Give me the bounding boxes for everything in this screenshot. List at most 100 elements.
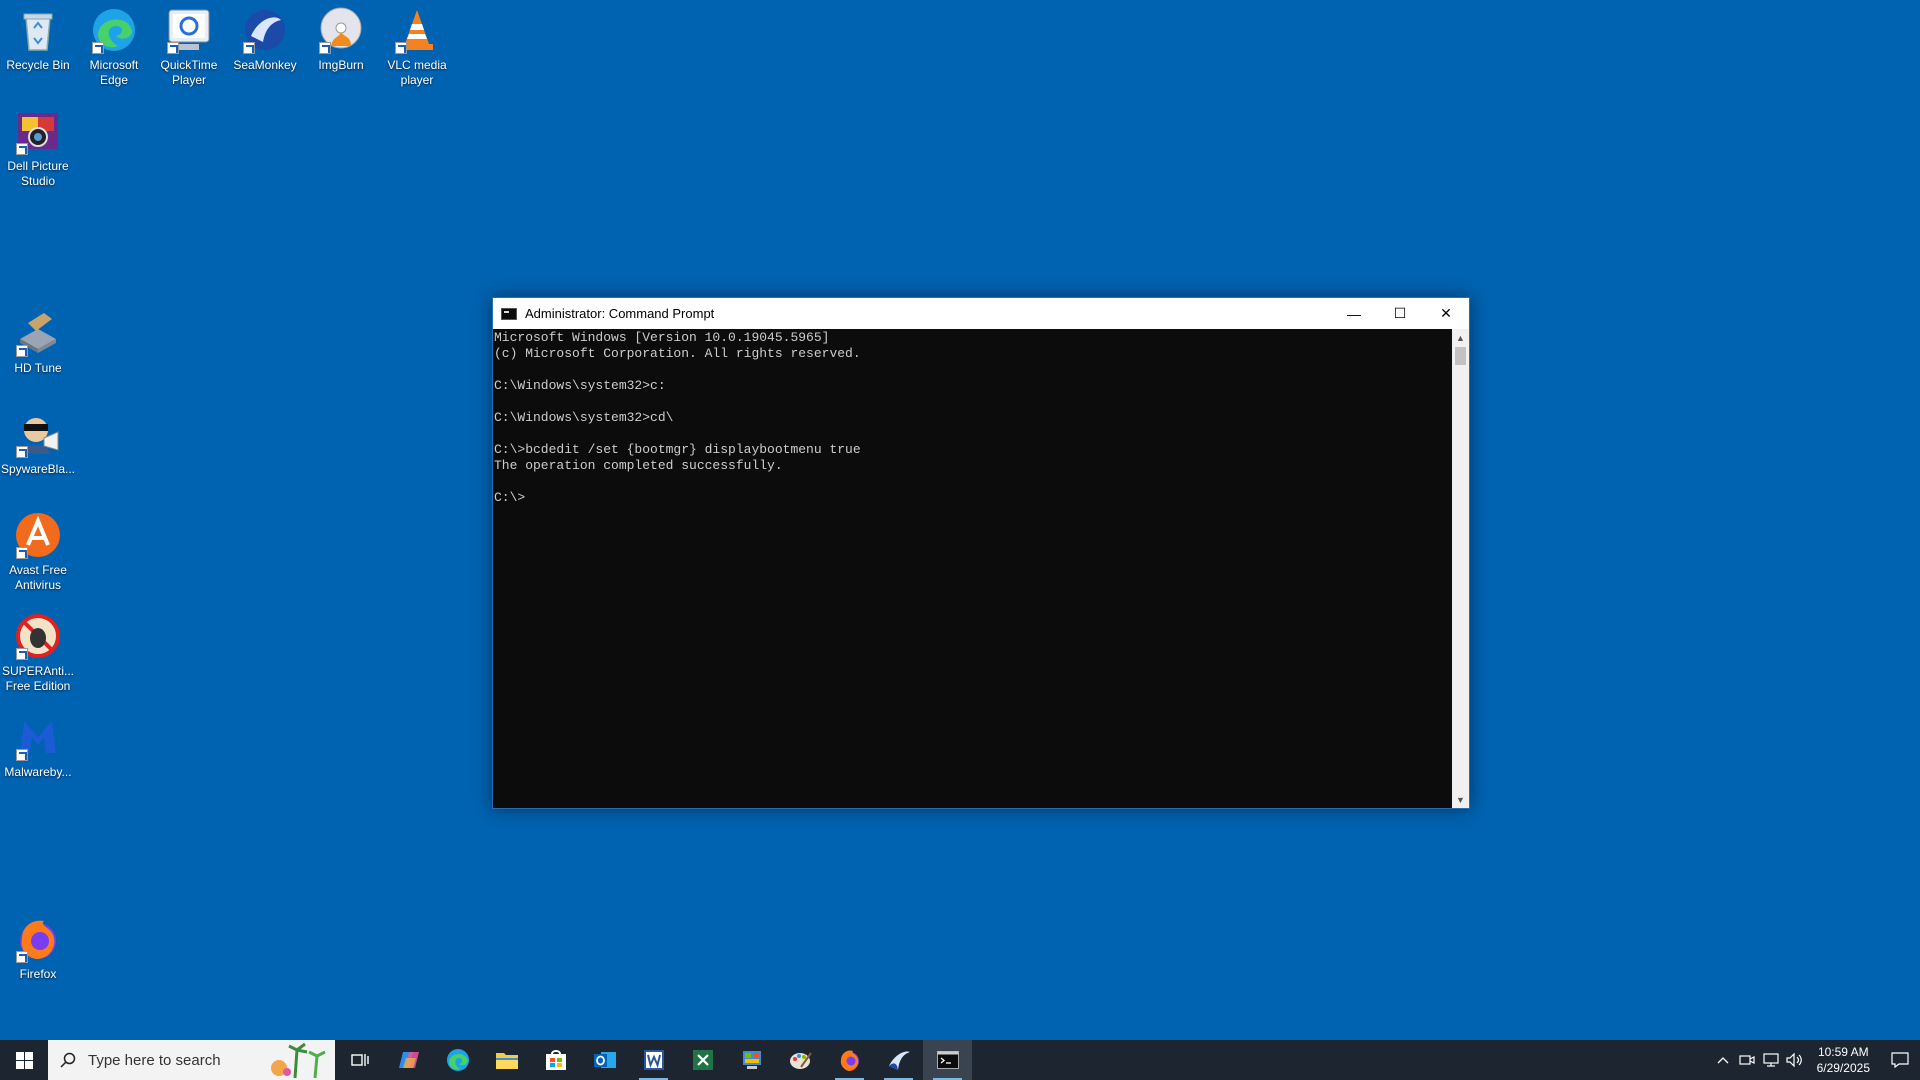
malwarebytes-icon bbox=[14, 713, 62, 761]
taskbar: Type here to search 10:59 AM 6/29/2025 bbox=[0, 1040, 1920, 1080]
taskbar-outlook[interactable] bbox=[580, 1040, 629, 1080]
action-center-button[interactable] bbox=[1880, 1052, 1920, 1068]
taskbar-search-box[interactable]: Type here to search bbox=[48, 1040, 335, 1080]
speaker-icon bbox=[1786, 1053, 1802, 1067]
edge-icon bbox=[446, 1049, 469, 1071]
copilot-icon bbox=[398, 1052, 419, 1068]
file-explorer-icon bbox=[495, 1053, 518, 1069]
desktop-icon-label: HD Tune bbox=[14, 361, 62, 375]
seamonkey-icon bbox=[241, 6, 289, 54]
shortcut-arrow-icon bbox=[16, 143, 28, 155]
vlc-icon bbox=[393, 6, 441, 54]
show-hidden-icons-button[interactable] bbox=[1711, 1056, 1735, 1064]
desktop-icon-imgburn[interactable]: ImgBurn bbox=[303, 0, 379, 73]
scroll-up-icon[interactable]: ▲ bbox=[1452, 329, 1469, 346]
shortcut-arrow-icon bbox=[319, 42, 331, 54]
start-button[interactable] bbox=[0, 1040, 48, 1080]
shortcut-arrow-icon bbox=[243, 42, 255, 54]
chevron-up-icon bbox=[1717, 1057, 1729, 1064]
desktop-icon-malwarebytes[interactable]: Malwareby... bbox=[0, 707, 76, 780]
tray-network[interactable] bbox=[1759, 1053, 1783, 1067]
excel-icon bbox=[692, 1050, 713, 1070]
taskbar-copilot[interactable] bbox=[384, 1040, 433, 1080]
desktop-icon-firefox[interactable]: Firefox bbox=[0, 909, 76, 982]
taskbar-task-view[interactable] bbox=[335, 1040, 384, 1080]
shortcut-arrow-icon bbox=[16, 749, 28, 761]
desktop-icon-quicktime[interactable]: QuickTime Player bbox=[151, 0, 227, 88]
seamonkey-icon bbox=[888, 1051, 910, 1070]
desktop-icon-edge[interactable]: Microsoft Edge bbox=[76, 0, 152, 88]
close-button[interactable]: ✕ bbox=[1423, 298, 1469, 329]
hd-tune-icon bbox=[14, 309, 62, 357]
console-output[interactable]: Microsoft Windows [Version 10.0.19045.59… bbox=[493, 329, 1452, 808]
system-tray: 10:59 AM 6/29/2025 bbox=[1711, 1040, 1920, 1080]
quicktime-icon bbox=[165, 6, 213, 54]
taskbar-excel[interactable] bbox=[678, 1040, 727, 1080]
windows-logo-icon bbox=[15, 1051, 33, 1069]
taskbar-edge[interactable] bbox=[433, 1040, 482, 1080]
tray-clock[interactable]: 10:59 AM 6/29/2025 bbox=[1807, 1044, 1880, 1076]
taskbar-word[interactable] bbox=[629, 1040, 678, 1080]
search-placeholder: Type here to search bbox=[88, 1051, 221, 1069]
shortcut-arrow-icon bbox=[92, 42, 104, 54]
command-prompt-icon bbox=[936, 1051, 959, 1069]
desktop-icon-label: Microsoft Edge bbox=[89, 58, 139, 87]
window-titlebar[interactable]: Administrator: Command Prompt — ☐ ✕ bbox=[493, 298, 1469, 329]
desktop-icon-label: SpywareBla... bbox=[0, 462, 76, 476]
desktop-icon-spywareblaster[interactable]: SpywareBla... bbox=[0, 404, 76, 477]
desktop-icon-dell-picture-studio[interactable]: Dell Picture Studio bbox=[0, 101, 76, 189]
taskbar-file-explorer[interactable] bbox=[482, 1040, 531, 1080]
command-prompt-window[interactable]: Administrator: Command Prompt — ☐ ✕ Micr… bbox=[492, 297, 1470, 809]
desktop-icon-superantispyware[interactable]: SUPERAnti... Free Edition bbox=[0, 606, 76, 694]
camera-icon bbox=[1739, 1055, 1755, 1065]
taskbar-firefox[interactable] bbox=[825, 1040, 874, 1080]
notification-icon bbox=[1891, 1052, 1909, 1068]
desktop-icon-avast[interactable]: Avast Free Antivirus bbox=[0, 505, 76, 593]
minimize-button[interactable]: — bbox=[1331, 298, 1377, 329]
desktop-icon-label: Malwareby... bbox=[4, 765, 72, 779]
desktop-icon-label: SUPERAnti... Free Edition bbox=[1, 664, 75, 693]
firefox-icon bbox=[840, 1050, 859, 1071]
desktop-icon-hd-tune[interactable]: HD Tune bbox=[0, 303, 76, 376]
desktop-icon-label: Recycle Bin bbox=[6, 58, 70, 72]
taskbar-store[interactable] bbox=[531, 1040, 580, 1080]
taskbar-seamonkey[interactable] bbox=[874, 1040, 923, 1080]
shortcut-arrow-icon bbox=[16, 951, 28, 963]
spywareblaster-icon bbox=[14, 410, 62, 458]
scrollbar-thumb[interactable] bbox=[1455, 347, 1466, 365]
desktop-icon-seamonkey[interactable]: SeaMonkey bbox=[227, 0, 303, 73]
recycle-bin-icon bbox=[14, 6, 62, 54]
shortcut-arrow-icon bbox=[16, 547, 28, 559]
shortcut-arrow-icon bbox=[16, 648, 28, 660]
control-panel-icon bbox=[742, 1051, 761, 1069]
tray-meet-now[interactable] bbox=[1735, 1053, 1759, 1067]
desktop-icon-label: Avast Free Antivirus bbox=[9, 563, 67, 592]
tray-volume[interactable] bbox=[1783, 1053, 1807, 1067]
paint-icon bbox=[789, 1052, 812, 1069]
dell-picture-studio-icon bbox=[14, 107, 62, 155]
shortcut-arrow-icon bbox=[16, 345, 28, 357]
search-icon bbox=[60, 1052, 76, 1068]
desktop-icon-label: ImgBurn bbox=[318, 58, 364, 72]
desktop-icon-label: SeaMonkey bbox=[233, 58, 297, 72]
shortcut-arrow-icon bbox=[167, 42, 179, 54]
network-icon bbox=[1763, 1053, 1779, 1067]
maximize-button[interactable]: ☐ bbox=[1377, 298, 1423, 329]
desktop-icon-vlc[interactable]: VLC media player bbox=[379, 0, 455, 88]
desktop-icon-recycle-bin[interactable]: Recycle Bin bbox=[0, 0, 76, 73]
vertical-scrollbar[interactable]: ▲ ▼ bbox=[1452, 329, 1469, 808]
imgburn-icon bbox=[317, 6, 365, 54]
shortcut-arrow-icon bbox=[16, 446, 28, 458]
window-title: Administrator: Command Prompt bbox=[525, 306, 715, 321]
taskbar-paint[interactable] bbox=[776, 1040, 825, 1080]
shortcut-arrow-icon bbox=[395, 42, 407, 54]
edge-icon bbox=[90, 6, 138, 54]
taskbar-command-prompt[interactable] bbox=[923, 1040, 972, 1080]
scroll-down-icon[interactable]: ▼ bbox=[1452, 791, 1469, 808]
avast-icon bbox=[14, 511, 62, 559]
clock-time: 10:59 AM bbox=[1817, 1045, 1869, 1059]
superantispyware-icon bbox=[14, 612, 62, 660]
store-icon bbox=[545, 1050, 566, 1070]
outlook-icon bbox=[593, 1052, 616, 1068]
taskbar-control-panel[interactable] bbox=[727, 1040, 776, 1080]
